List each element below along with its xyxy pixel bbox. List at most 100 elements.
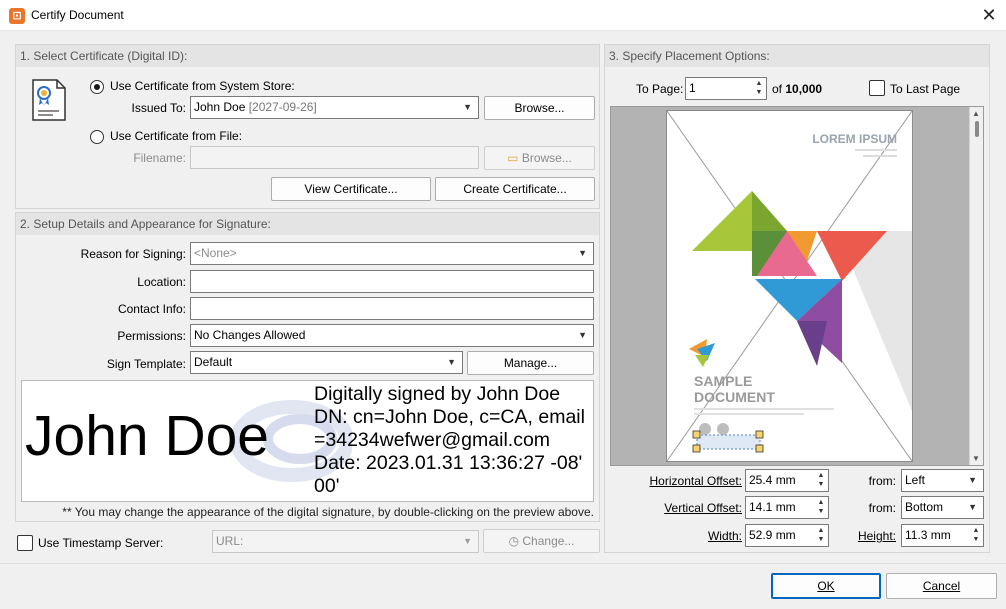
page-title-2: DOCUMENT: [694, 389, 775, 405]
issued-to-select[interactable]: John Doe [2027-09-26] ▼: [190, 96, 479, 119]
scroll-down-icon[interactable]: ▼: [972, 454, 980, 463]
chevron-down-icon: ▼: [447, 357, 456, 367]
system-store-label: Use Certificate from System Store:: [110, 79, 295, 93]
spinner-arrows-icon[interactable]: ▲ ▼: [816, 471, 826, 489]
of-total: 10,000: [785, 82, 823, 96]
spinner-arrows-icon[interactable]: ▲ ▼: [816, 526, 826, 544]
page-thumbnail: LOREM IPSUM SAMPLE DOCUMENT: [666, 110, 913, 462]
width-spinner[interactable]: 52.9 mm ▲ ▼: [745, 524, 829, 547]
horizontal-offset-value: 25.4 mm: [749, 473, 796, 487]
page-preview[interactable]: LOREM IPSUM SAMPLE DOCUMENT ▲ ▼: [610, 106, 984, 466]
issued-to-name: John Doe: [194, 100, 246, 114]
page-artwork: LOREM IPSUM SAMPLE DOCUMENT: [667, 111, 912, 461]
spinner-arrows-icon[interactable]: ▲ ▼: [754, 79, 764, 97]
spinner-arrows-icon[interactable]: ▲ ▼: [816, 498, 826, 516]
from-v-value: Bottom: [905, 500, 944, 514]
scroll-up-icon[interactable]: ▲: [972, 109, 980, 118]
spinner-arrows-icon[interactable]: ▲ ▼: [971, 526, 981, 544]
signature-line: =34234wefwer@gmail.com: [314, 429, 551, 451]
chevron-down-icon: ▼: [463, 536, 472, 546]
ok-label: OK: [817, 579, 835, 593]
change-label: Change...: [522, 534, 575, 548]
filename-field[interactable]: [190, 146, 479, 169]
appearance-note: ** You may change the appearance of the …: [62, 505, 594, 519]
from-h-label: from:: [868, 474, 896, 488]
timestamp-url-select[interactable]: URL: ▼: [212, 530, 479, 553]
issued-to-date: [2027-09-26]: [248, 100, 317, 114]
issued-to-label: Issued To:: [131, 101, 186, 115]
timestamp-label: Use Timestamp Server:: [38, 536, 164, 550]
permissions-select[interactable]: No Changes Allowed ▼: [190, 324, 594, 347]
ok-button[interactable]: OK: [771, 573, 881, 599]
width-text: Width:: [707, 529, 742, 543]
browse-file-label: Browse...: [521, 151, 572, 165]
of-label: of: [772, 82, 783, 96]
signature-line: DN: cn=John Doe, c=CA, email: [314, 406, 585, 428]
file-option-label: Use Certificate from File:: [110, 129, 243, 143]
permissions-value: No Changes Allowed: [194, 328, 306, 342]
from-v-select[interactable]: Bottom ▼: [901, 496, 984, 519]
reason-value: <None>: [194, 246, 237, 260]
filename-label: Filename:: [133, 151, 186, 165]
vertical-offset-value: 14.1 mm: [749, 500, 796, 514]
height-value: 11.3 mm: [905, 528, 951, 542]
horizontal-offset-text: Horizontal Offset:: [649, 474, 742, 488]
chevron-down-icon: ▼: [578, 248, 587, 258]
reason-label: Reason for Signing:: [80, 247, 186, 261]
contact-field[interactable]: [190, 297, 594, 320]
signature-preview[interactable]: John Doe Digitally signed by John Doe DN…: [21, 380, 594, 502]
app-icon: ⊡: [9, 8, 25, 24]
chevron-down-icon: ▼: [968, 502, 977, 512]
preview-scrollbar[interactable]: ▲ ▼: [969, 107, 983, 465]
width-label: Width:: [620, 529, 742, 543]
signature-name: John Doe: [25, 404, 270, 468]
section-title: 3. Specify Placement Options:: [605, 45, 989, 67]
height-label: Height:: [840, 529, 896, 543]
width-value: 52.9 mm: [749, 528, 796, 542]
chevron-down-icon: ▼: [968, 475, 977, 485]
page-title-1: SAMPLE: [694, 373, 752, 389]
vertical-offset-label: Vertical Offset:: [620, 501, 742, 515]
close-icon[interactable]: ✕: [978, 4, 1000, 26]
sign-template-select[interactable]: Default ▼: [190, 351, 463, 374]
view-certificate-button[interactable]: View Certificate...: [271, 177, 431, 201]
change-button[interactable]: ◷ Change...: [483, 529, 600, 553]
reason-select[interactable]: <None> ▼: [190, 242, 594, 265]
timestamp-checkbox[interactable]: [17, 535, 33, 551]
cancel-label: Cancel: [922, 579, 961, 593]
page-heading: LOREM IPSUM: [812, 132, 897, 146]
contact-label: Contact Info:: [117, 302, 186, 316]
signature-details: Digitally signed by John Doe DN: cn=John…: [314, 383, 593, 498]
height-spinner[interactable]: 11.3 mm ▲ ▼: [901, 524, 984, 547]
certificate-icon: [31, 79, 67, 121]
to-last-page-label: To Last Page: [890, 82, 961, 96]
horizontal-offset-spinner[interactable]: 25.4 mm ▲ ▼: [745, 469, 829, 492]
cancel-button[interactable]: Cancel: [886, 573, 997, 599]
section-title: 1. Select Certificate (Digital ID):: [16, 45, 599, 67]
radio-system-store[interactable]: [90, 80, 104, 94]
clock-icon: ◷: [508, 534, 520, 548]
signature-line: Digitally signed by John Doe: [314, 383, 561, 405]
browse-file-button[interactable]: ▭ Browse...: [484, 146, 595, 170]
create-certificate-button[interactable]: Create Certificate...: [435, 177, 595, 201]
height-text: Height:: [857, 529, 896, 543]
signature-line: 00': [314, 475, 340, 497]
page-total: of 10,000: [772, 82, 822, 96]
manage-button[interactable]: Manage...: [467, 351, 594, 375]
window-title: Certify Document: [31, 8, 124, 22]
chevron-down-icon: ▼: [463, 102, 472, 112]
browse-button[interactable]: Browse...: [484, 96, 595, 120]
scroll-thumb[interactable]: [975, 121, 979, 137]
radio-file[interactable]: [90, 130, 104, 144]
folder-icon: ▭: [507, 151, 519, 165]
title-bar: [0, 0, 1006, 31]
horizontal-offset-label: Horizontal Offset:: [620, 474, 742, 488]
to-page-label: To Page:: [636, 82, 684, 96]
to-last-page-checkbox[interactable]: [869, 80, 885, 96]
permissions-label: Permissions:: [117, 329, 186, 343]
location-field[interactable]: [190, 270, 594, 293]
from-h-select[interactable]: Left ▼: [901, 469, 984, 492]
chevron-down-icon: ▼: [578, 330, 587, 340]
vertical-offset-spinner[interactable]: 14.1 mm ▲ ▼: [745, 496, 829, 519]
to-page-spinner[interactable]: 1 ▲ ▼: [685, 77, 767, 100]
